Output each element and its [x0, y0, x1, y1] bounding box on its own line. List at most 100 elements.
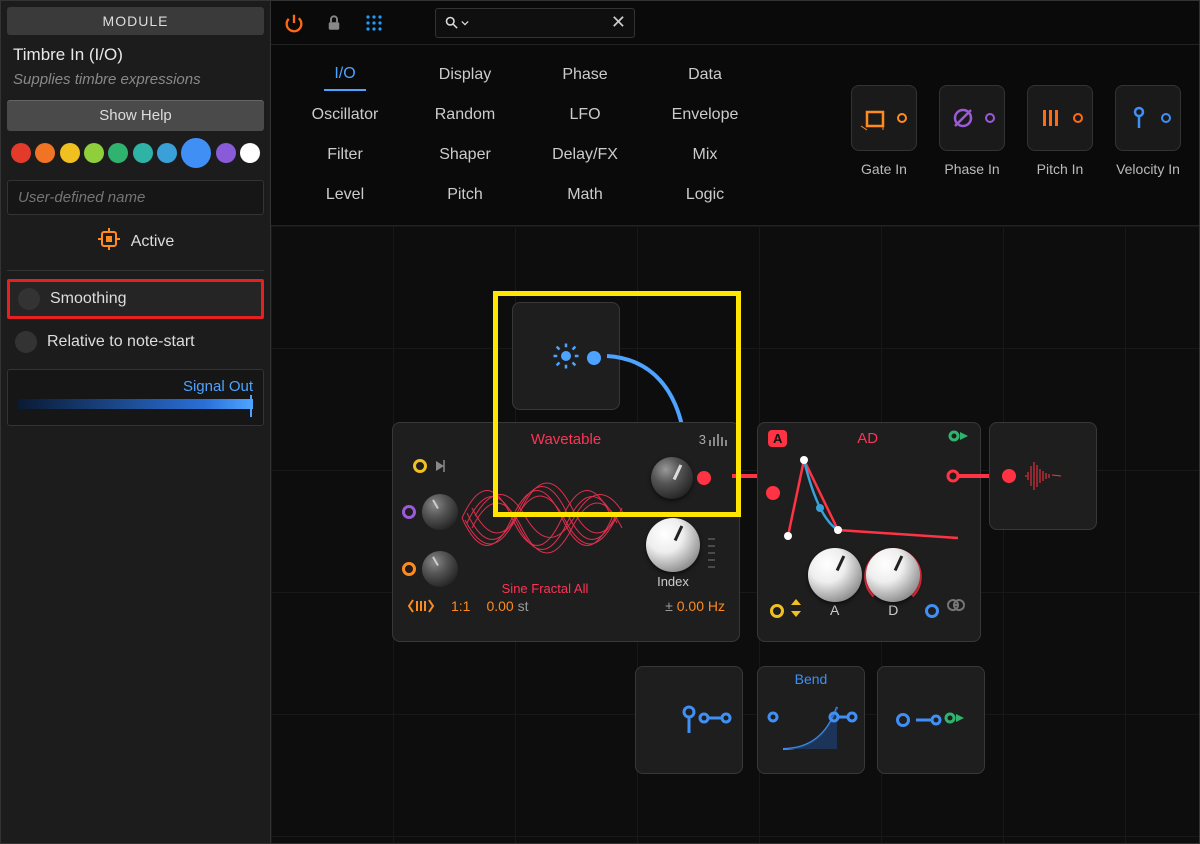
category-mix[interactable]: Mix [683, 140, 728, 170]
color-swatch[interactable] [35, 143, 55, 163]
category-math[interactable]: Math [557, 180, 613, 210]
ad-title: AD [787, 430, 948, 447]
input-module-velocity-in: Velocity In [1111, 85, 1185, 215]
phase-knob[interactable] [422, 494, 458, 530]
color-swatch[interactable] [157, 143, 177, 163]
search-box[interactable]: ✕ [435, 8, 635, 38]
toolbar: ✕ [271, 1, 1199, 45]
category-logic[interactable]: Logic [676, 180, 734, 210]
relative-label: Relative to note-start [47, 333, 195, 351]
detune-icon[interactable] [407, 598, 435, 614]
close-icon[interactable]: ✕ [611, 12, 626, 33]
category-phase[interactable]: Phase [552, 60, 617, 90]
relative-toggle[interactable]: Relative to note-start [7, 325, 264, 359]
module-label: Velocity In [1116, 161, 1180, 177]
lock-icon[interactable] [321, 10, 347, 36]
port[interactable] [925, 604, 939, 618]
out-port[interactable] [948, 429, 970, 448]
category-display[interactable]: Display [429, 60, 501, 90]
category-data[interactable]: Data [678, 60, 732, 90]
sidebar: MODULE Timbre In (I/O) Supplies timbre e… [1, 1, 271, 843]
category-delay-fx[interactable]: Delay/FX [542, 140, 628, 170]
gate-port[interactable] [770, 604, 784, 618]
freq-value[interactable]: 0.00 Hz [677, 598, 725, 614]
category-lfo[interactable]: LFO [559, 100, 610, 130]
bend-title: Bend [795, 671, 828, 687]
in-port[interactable] [1002, 469, 1016, 483]
out-port[interactable] [698, 711, 732, 730]
velocity-icon [678, 705, 700, 735]
show-help-button[interactable]: Show Help [7, 100, 264, 131]
out-port[interactable] [944, 711, 966, 730]
color-swatch[interactable] [181, 138, 211, 168]
category-i-o[interactable]: I/O [324, 59, 365, 91]
color-swatch[interactable] [60, 143, 80, 163]
category-pitch[interactable]: Pitch [437, 180, 493, 210]
color-swatch[interactable] [133, 143, 153, 163]
pitch-offset[interactable]: 0.00 [486, 598, 513, 614]
voice-count: 3 [699, 432, 706, 447]
merge-node[interactable] [877, 666, 985, 774]
timbre-in-node[interactable] [512, 302, 620, 410]
color-swatch[interactable] [84, 143, 104, 163]
active-toggle[interactable]: Active [7, 221, 264, 262]
in-port[interactable] [766, 710, 780, 729]
module-header: MODULE [7, 7, 264, 35]
pitch-knob[interactable] [422, 551, 458, 587]
in-port[interactable] [402, 505, 416, 519]
power-icon[interactable] [281, 10, 307, 36]
out-port[interactable] [587, 351, 601, 365]
category-filter[interactable]: Filter [317, 140, 373, 170]
category-envelope[interactable]: Envelope [662, 100, 749, 130]
audio-out-node[interactable] [989, 422, 1097, 530]
color-swatch[interactable] [108, 143, 128, 163]
in-port[interactable] [766, 486, 780, 500]
aux-knob[interactable] [651, 457, 693, 499]
in-port[interactable] [413, 459, 427, 473]
toggle-circle [18, 288, 40, 310]
in-port[interactable] [896, 713, 910, 727]
smoothing-label: Smoothing [50, 290, 127, 308]
color-swatch[interactable] [240, 143, 260, 163]
smoothing-toggle[interactable]: Smoothing [7, 279, 264, 319]
signal-out-meter [18, 399, 253, 409]
attack-knob[interactable] [808, 548, 862, 602]
ad-envelope-node[interactable]: A AD [757, 422, 981, 642]
wavetable-preset[interactable]: Sine Fractal All [457, 581, 633, 596]
module-thumb[interactable] [1115, 85, 1181, 151]
color-swatch[interactable] [216, 143, 236, 163]
velocity-node[interactable] [635, 666, 743, 774]
color-swatch[interactable] [11, 143, 31, 163]
main-area: ✕ I/O Display Phase Data Oscillator Random LFO… [271, 1, 1199, 843]
user-name-input[interactable] [7, 180, 264, 215]
patch-canvas[interactable]: Wavetable 3 [271, 226, 1199, 843]
category-shaper[interactable]: Shaper [429, 140, 501, 170]
module-title: Timbre In (I/O) [7, 41, 264, 65]
input-modules-row: Gate InPhase InPitch InVelocity In [847, 55, 1185, 215]
decay-knob[interactable] [866, 548, 920, 602]
input-module-phase-in: Phase In [935, 85, 1009, 215]
module-subtitle: Supplies timbre expressions [7, 71, 264, 94]
envelope-display [768, 448, 968, 548]
grid-icon[interactable] [361, 10, 387, 36]
module-label: Pitch In [1037, 161, 1084, 177]
module-thumb[interactable] [939, 85, 1005, 151]
input-module-pitch-in: Pitch In [1023, 85, 1097, 215]
index-knob[interactable] [646, 518, 700, 572]
category-random[interactable]: Random [425, 100, 505, 130]
signal-out-label: Signal Out [18, 378, 253, 395]
module-thumb[interactable] [851, 85, 917, 151]
ratio-value[interactable]: 1:1 [451, 598, 470, 614]
audio-badge: A [768, 430, 787, 447]
wavetable-node[interactable]: Wavetable 3 [392, 422, 740, 642]
in-port[interactable] [402, 562, 416, 576]
tri-icon [433, 459, 447, 473]
out-port[interactable] [828, 710, 858, 729]
category-oscillator[interactable]: Oscillator [302, 100, 389, 130]
bend-node[interactable]: Bend [757, 666, 865, 774]
module-thumb[interactable] [1027, 85, 1093, 151]
module-label: Phase In [944, 161, 999, 177]
out-port[interactable] [697, 471, 711, 485]
category-level[interactable]: Level [316, 180, 374, 210]
loop-icon[interactable] [944, 597, 968, 618]
